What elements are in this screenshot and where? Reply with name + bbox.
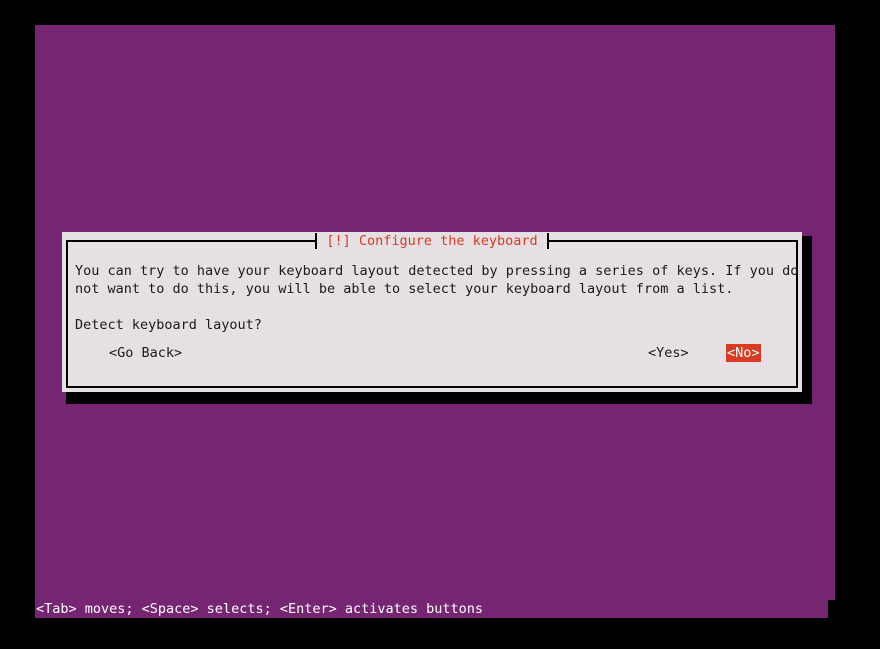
go-back-button[interactable]: <Go Back> xyxy=(109,344,182,362)
configure-keyboard-dialog: [!] Configure the keyboard You can try t… xyxy=(62,232,802,392)
status-bar-hint: <Tab> moves; <Space> selects; <Enter> ac… xyxy=(36,601,484,617)
dialog-body-line: You can try to have your keyboard layout… xyxy=(75,263,799,279)
yes-button[interactable]: <Yes> xyxy=(648,344,689,362)
no-button[interactable]: <No> xyxy=(726,344,761,362)
dialog-body: You can try to have your keyboard layout… xyxy=(75,262,799,334)
dialog-body-line: not want to do this, you will be able to… xyxy=(75,281,734,297)
dialog-question-text: Detect keyboard layout? xyxy=(75,317,262,333)
dialog-button-row: <Go Back> <Yes> <No> xyxy=(75,344,789,362)
